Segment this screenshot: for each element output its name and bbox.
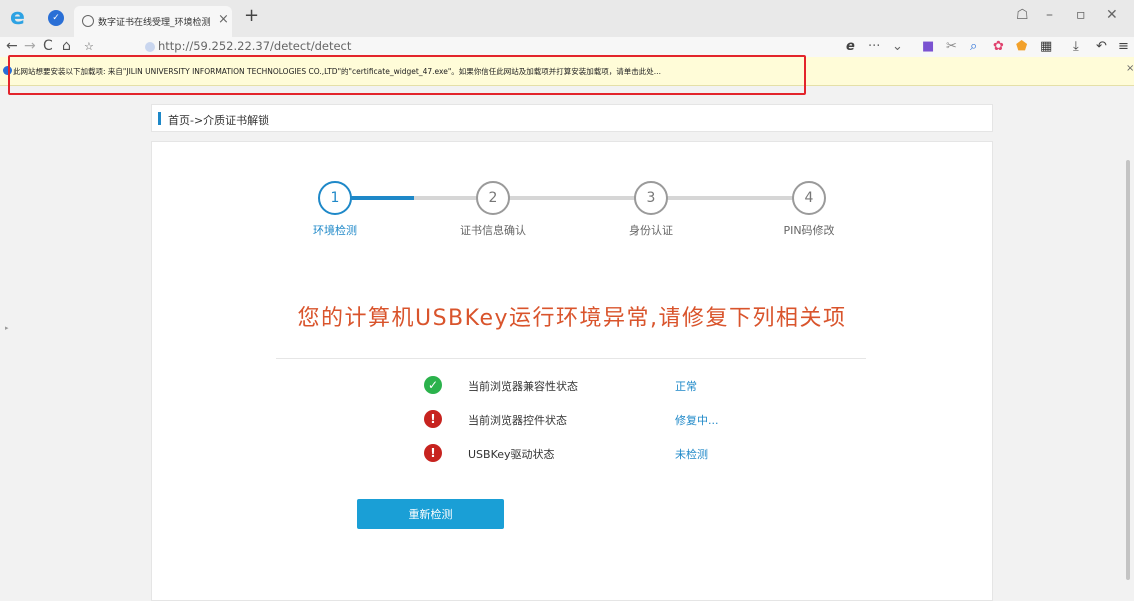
collapse-arrow-icon[interactable]: ▸: [5, 324, 9, 332]
check-label-browser-compat: 当前浏览器兼容性状态: [468, 380, 578, 393]
tab-close-icon[interactable]: ×: [218, 12, 229, 27]
restore-icon[interactable]: ▫: [1076, 7, 1086, 23]
bookmark-icon[interactable]: ☆: [84, 40, 94, 53]
address-bar-url[interactable]: http://59.252.22.37/detect/detect: [158, 39, 351, 53]
ie-mode-icon[interactable]: e: [846, 39, 855, 54]
step-line-1-done: [350, 196, 414, 200]
check-circle-icon: ✓: [424, 376, 442, 394]
browser-tab-bar: e ✓ 数字证书在线受理_环境检测 × + ☖ – ▫ ✕: [0, 0, 1134, 37]
tab-title: 数字证书在线受理_环境检测: [98, 18, 211, 28]
check-label-browser-control: 当前浏览器控件状态: [468, 414, 567, 427]
page-title: 您的计算机USBKey运行环境异常,请修复下列相关项: [297, 306, 847, 331]
undo-icon[interactable]: ↶: [1096, 39, 1107, 54]
shield-icon[interactable]: ✓: [48, 10, 64, 26]
chevron-down-icon[interactable]: ⌄: [892, 39, 903, 54]
home-icon[interactable]: ⌂: [62, 38, 71, 54]
check-status-usbkey-driver[interactable]: 未检测: [675, 446, 708, 462]
step-line-3: [666, 196, 794, 200]
step-line-2: [508, 196, 636, 200]
step-label-1: 环境检测: [313, 224, 357, 237]
step-circle-1: 1: [318, 181, 352, 215]
apps-icon[interactable]: ▦: [1040, 39, 1052, 54]
shield-ext-icon[interactable]: ⬟: [1016, 39, 1027, 54]
minimize-icon[interactable]: –: [1046, 7, 1053, 23]
extension-icon[interactable]: ■: [922, 39, 934, 54]
divider: [276, 358, 866, 359]
shirt-icon[interactable]: ☖: [1016, 7, 1029, 23]
close-window-icon[interactable]: ✕: [1106, 7, 1118, 23]
search-icon[interactable]: ⌕: [970, 39, 977, 54]
step-label-4: PIN码修改: [783, 224, 835, 237]
check-label-usbkey-driver: USBKey驱动状态: [468, 448, 555, 461]
check-status-browser-control[interactable]: 修复中...: [675, 412, 719, 428]
recheck-button[interactable]: 重新检测: [357, 499, 504, 529]
step-label-3: 身份认证: [629, 224, 673, 237]
infobar-close-icon[interactable]: ×: [1126, 63, 1134, 74]
step-label-2: 证书信息确认: [460, 224, 526, 237]
new-tab-button[interactable]: +: [244, 5, 259, 26]
breadcrumb-text[interactable]: 首页->介质证书解锁: [168, 112, 269, 128]
breadcrumb: 首页->介质证书解锁: [151, 104, 993, 132]
game-icon[interactable]: ✿: [993, 39, 1004, 54]
scrollbar[interactable]: [1126, 160, 1130, 580]
breadcrumb-marker: [158, 112, 161, 125]
highlight-box: [8, 55, 806, 95]
forward-icon[interactable]: →: [24, 38, 36, 54]
check-status-browser-compat: 正常: [675, 380, 697, 393]
globe-icon: [82, 15, 94, 27]
browser-logo-icon: e: [10, 5, 25, 30]
step-circle-3: 3: [634, 181, 668, 215]
refresh-icon[interactable]: C: [43, 38, 53, 54]
exclamation-circle-icon: !: [424, 410, 442, 428]
main-panel: [151, 141, 993, 601]
step-circle-4: 4: [792, 181, 826, 215]
browser-tab[interactable]: 数字证书在线受理_环境检测 ×: [74, 6, 232, 37]
download-icon[interactable]: ⤓: [1073, 39, 1079, 54]
exclamation-circle-icon: !: [424, 444, 442, 462]
step-circle-2: 2: [476, 181, 510, 215]
scissors-icon[interactable]: ✂: [946, 39, 957, 54]
site-info-icon[interactable]: [145, 42, 155, 52]
menu-icon[interactable]: ≡: [1118, 39, 1129, 54]
more-icon[interactable]: ···: [868, 39, 880, 54]
step-line-1: [414, 196, 478, 200]
back-icon[interactable]: ←: [6, 38, 18, 54]
